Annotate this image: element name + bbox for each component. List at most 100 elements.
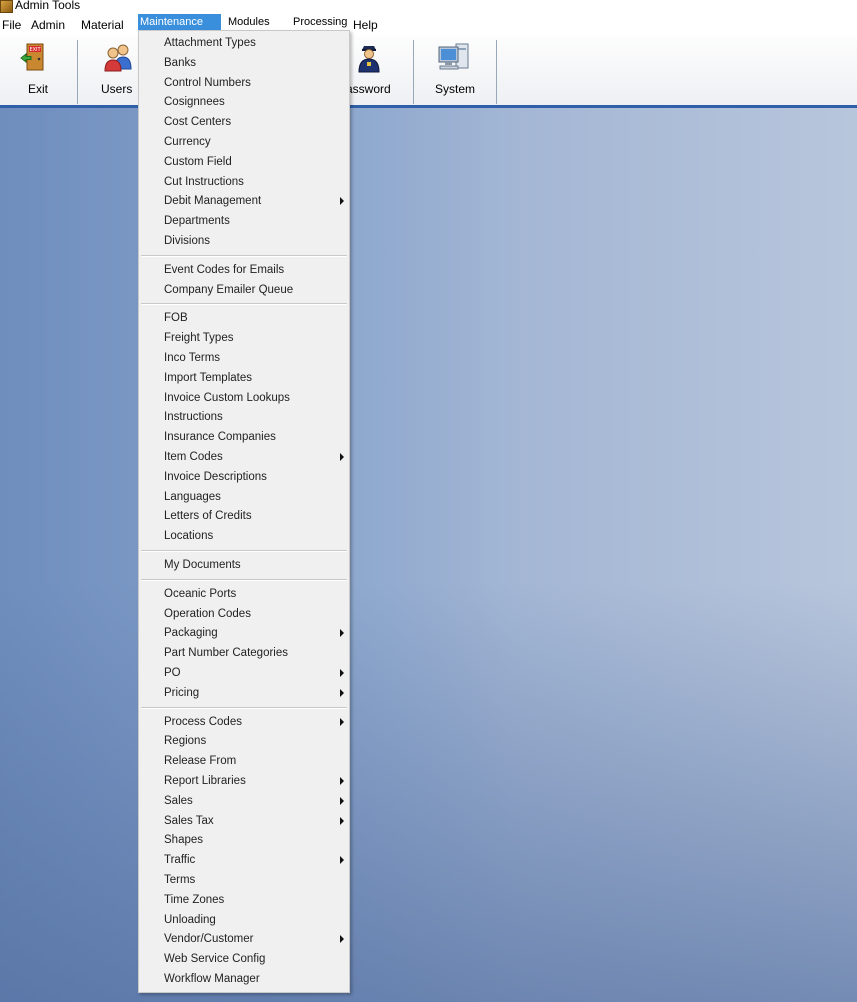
menu-item-label: Process Codes (164, 715, 242, 728)
menu-item-web-service-config[interactable]: Web Service Config (164, 950, 344, 968)
menu-material[interactable]: Material (79, 14, 126, 36)
menu-item-control-numbers[interactable]: Control Numbers (164, 74, 344, 92)
menu-item-vendor-customer[interactable]: Vendor/Customer (164, 930, 344, 948)
menu-item-label: Report Libraries (164, 775, 246, 787)
menu-item-item-codes[interactable]: Item Codes (164, 448, 344, 466)
users-icon (104, 44, 132, 72)
menu-item-workflow-manager[interactable]: Workflow Manager (164, 970, 344, 988)
menu-help[interactable]: Help (351, 14, 380, 36)
menu-item-cosignnees[interactable]: Cosignnees (164, 93, 344, 111)
menu-item-sales-tax[interactable]: Sales Tax (164, 812, 344, 830)
menu-item-label: Invoice Descriptions (164, 470, 267, 483)
menu-item-sales[interactable]: Sales (164, 792, 344, 810)
menu-item-import-templates[interactable]: Import Templates (164, 369, 344, 387)
menu-separator (141, 578, 347, 581)
menu-item-label: Freight Types (164, 332, 234, 345)
menu-item-packaging[interactable]: Packaging (164, 624, 344, 642)
menu-item-process-codes[interactable]: Process Codes (164, 713, 344, 731)
menu-item-currency[interactable]: Currency (164, 133, 344, 151)
users-button-label: Users (101, 82, 133, 96)
users-button[interactable]: Users (78, 36, 138, 104)
menu-item-company-emailer-queue[interactable]: Company Emailer Queue (164, 281, 344, 299)
toolbar: EXIT Exit Users assword System (0, 36, 857, 108)
maintenance-dropdown-menu: Attachment Types Banks Control Numbers Cosi… (138, 30, 350, 993)
menu-item-label: Event Codes for Emails (164, 263, 285, 276)
menu-item-release-from[interactable]: Release From (164, 752, 344, 770)
menu-item-label: Attachment Types (164, 37, 256, 49)
menu-item-cost-centers[interactable]: Cost Centers (164, 113, 344, 131)
menu-modules[interactable]: Modules (226, 14, 272, 30)
submenu-arrow-icon (340, 856, 344, 865)
menu-item-departments[interactable]: Departments (164, 212, 344, 230)
menu-item-freight-types[interactable]: Freight Types (164, 329, 344, 347)
menu-item-part-number-categories[interactable]: Part Number Categories (164, 644, 344, 662)
menu-item-inco-terms[interactable]: Inco Terms (164, 349, 344, 367)
exit-button-label: Exit (27, 82, 48, 96)
menu-item-label: Pricing (164, 686, 200, 699)
menu-item-label: Cost Centers (164, 116, 232, 129)
submenu-arrow-icon (340, 717, 344, 726)
menu-maintenance[interactable]: Maintenance (138, 14, 221, 30)
menu-item-label: Languages (164, 490, 221, 503)
menu-item-fob[interactable]: FOB (164, 309, 344, 327)
menu-item-label: Regions (164, 735, 207, 748)
menu-item-shapes[interactable]: Shapes (164, 831, 344, 849)
menu-item-label: Web Service Config (164, 953, 266, 966)
workspace-background (0, 108, 857, 1002)
menu-item-unloading[interactable]: Unloading (164, 911, 344, 929)
exit-button[interactable]: EXIT Exit (0, 36, 76, 104)
menu-item-label: Invoice Custom Lookups (164, 391, 290, 404)
menu-item-languages[interactable]: Languages (164, 488, 344, 506)
window-title: Admin Tools (15, 0, 81, 12)
menu-item-invoice-descriptions[interactable]: Invoice Descriptions (164, 468, 344, 486)
menu-item-label: Time Zones (164, 893, 225, 906)
submenu-arrow-icon (340, 197, 344, 206)
menu-item-time-zones[interactable]: Time Zones (164, 891, 344, 909)
menu-file[interactable]: File (0, 14, 23, 36)
menu-item-traffic[interactable]: Traffic (164, 851, 344, 869)
menu-item-label: Packaging (164, 627, 218, 640)
submenu-arrow-icon (340, 453, 344, 461)
menu-item-label: FOB (164, 312, 188, 325)
menu-item-label: Workflow Manager (164, 973, 260, 985)
menu-item-label: Unloading (164, 913, 216, 926)
menu-item-terms[interactable]: Terms (164, 871, 344, 889)
menu-item-pricing[interactable]: Pricing (164, 684, 344, 702)
computer-icon (438, 43, 469, 70)
menu-item-event-codes-for-emails[interactable]: Event Codes for Emails (164, 261, 344, 279)
menu-item-instructions[interactable]: Instructions (164, 408, 344, 426)
menu-item-report-libraries[interactable]: Report Libraries (164, 772, 344, 790)
menu-item-label: Item Codes (164, 451, 223, 463)
menu-item-label: Traffic (164, 854, 196, 867)
menu-admin[interactable]: Admin (29, 14, 67, 36)
menu-item-regions[interactable]: Regions (164, 732, 344, 750)
submenu-arrow-icon (340, 688, 344, 697)
menu-separator (141, 303, 347, 306)
menu-item-letters-of-credits[interactable]: Letters of Credits (164, 507, 344, 525)
menu-item-locations[interactable]: Locations (164, 527, 344, 545)
menu-item-label: Locations (164, 530, 214, 543)
menu-item-label: Company Emailer Queue (164, 283, 294, 296)
menu-item-insurance-companies[interactable]: Insurance Companies (164, 428, 344, 446)
menu-item-custom-field[interactable]: Custom Field (164, 153, 344, 171)
menu-item-attachment-types[interactable]: Attachment Types (164, 34, 344, 52)
menu-item-invoice-custom-lookups[interactable]: Invoice Custom Lookups (164, 389, 344, 407)
menu-item-label: Control Numbers (164, 76, 251, 89)
menu-item-oceanic-ports[interactable]: Oceanic Ports (164, 585, 344, 603)
menu-item-divisions[interactable]: Divisions (164, 232, 344, 250)
password-button[interactable]: assword (340, 36, 413, 104)
menu-item-label: Debit Management (164, 195, 262, 208)
menu-item-label: Inco Terms (164, 352, 221, 364)
menu-item-label: Oceanic Ports (164, 587, 237, 600)
menu-item-operation-codes[interactable]: Operation Codes (164, 605, 344, 623)
menu-item-label: Cut Instructions (164, 175, 244, 188)
menu-item-label: Import Templates (164, 371, 252, 384)
menu-item-banks[interactable]: Banks (164, 54, 344, 72)
menu-processing[interactable]: Processing (291, 14, 351, 30)
system-button[interactable]: System (414, 36, 496, 104)
menu-item-my-documents[interactable]: My Documents (164, 556, 344, 574)
menu-item-debit-management[interactable]: Debit Management (164, 192, 344, 210)
menu-separator (141, 550, 347, 552)
menu-item-cut-instructions[interactable]: Cut Instructions (164, 173, 344, 191)
menu-item-po[interactable]: PO (164, 664, 344, 682)
